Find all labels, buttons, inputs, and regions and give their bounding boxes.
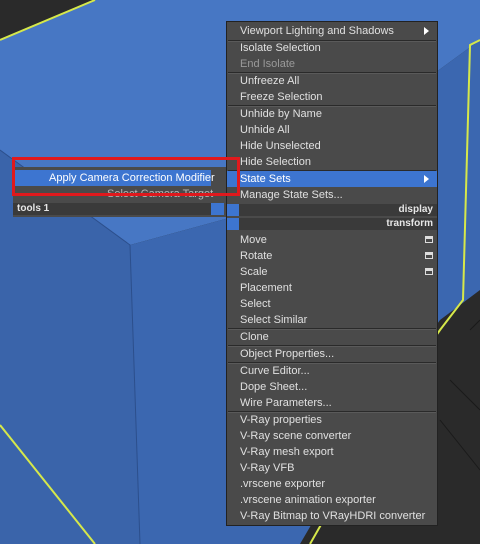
menu-item-select[interactable]: Select xyxy=(227,296,437,312)
menu-item-isolate-selection[interactable]: Isolate Selection xyxy=(227,40,437,56)
menu-item-viewport-lighting[interactable]: Viewport Lighting and Shadows xyxy=(227,23,437,39)
menu-item-vray-scene-converter[interactable]: V-Ray scene converter xyxy=(227,428,437,444)
menu-item-vray-properties[interactable]: V-Ray properties xyxy=(227,412,437,428)
menu-item-dope-sheet[interactable]: Dope Sheet... xyxy=(227,379,437,395)
menu-item-hide-selection[interactable]: Hide Selection xyxy=(227,154,437,170)
menu-item-manage-state-sets[interactable]: Manage State Sets... xyxy=(227,187,437,203)
annotation-highlight-box xyxy=(12,157,240,196)
quad-header-transform: transform xyxy=(227,218,437,230)
menu-item-placement[interactable]: Placement xyxy=(227,280,437,296)
options-dialog-icon[interactable] xyxy=(425,268,433,275)
quad-corner-handle[interactable] xyxy=(227,218,239,230)
menu-item-end-isolate[interactable]: End Isolate xyxy=(227,56,437,72)
menu-item-freeze-selection[interactable]: Freeze Selection xyxy=(227,89,437,105)
submenu-arrow-icon xyxy=(424,27,429,35)
menu-item-vrscene-exporter[interactable]: .vrscene exporter xyxy=(227,476,437,492)
menu-item-state-sets[interactable]: State Sets xyxy=(227,171,437,187)
menu-item-move[interactable]: Move xyxy=(227,232,437,248)
menu-item-wire-parameters[interactable]: Wire Parameters... xyxy=(227,395,437,411)
quad-menu-right: Viewport Lighting and Shadows Isolate Se… xyxy=(226,21,438,526)
menu-item-object-properties[interactable]: Object Properties... xyxy=(227,346,437,362)
menu-item-hide-unselected[interactable]: Hide Unselected xyxy=(227,138,437,154)
menu-item-unhide-by-name[interactable]: Unhide by Name xyxy=(227,106,437,122)
menu-item-vray-bitmap-converter[interactable]: V-Ray Bitmap to VRayHDRI converter xyxy=(227,508,437,524)
options-dialog-icon[interactable] xyxy=(425,252,433,259)
menu-item-vray-mesh-export[interactable]: V-Ray mesh export xyxy=(227,444,437,460)
menu-item-unfreeze-all[interactable]: Unfreeze All xyxy=(227,73,437,89)
menu-item-vrscene-animation-exporter[interactable]: .vrscene animation exporter xyxy=(227,492,437,508)
menu-item-unhide-all[interactable]: Unhide All xyxy=(227,122,437,138)
menu-item-scale[interactable]: Scale xyxy=(227,264,437,280)
submenu-arrow-icon xyxy=(424,175,429,183)
quad-header-display: display xyxy=(227,204,437,216)
menu-item-curve-editor[interactable]: Curve Editor... xyxy=(227,363,437,379)
options-dialog-icon[interactable] xyxy=(425,236,433,243)
quad-header-tools-1: tools 1 xyxy=(13,203,211,215)
quad-corner-handle[interactable] xyxy=(211,203,224,215)
menu-item-select-similar[interactable]: Select Similar xyxy=(227,312,437,328)
menu-item-clone[interactable]: Clone xyxy=(227,329,437,345)
menu-item-rotate[interactable]: Rotate xyxy=(227,248,437,264)
menu-item-vray-vfb[interactable]: V-Ray VFB xyxy=(227,460,437,476)
